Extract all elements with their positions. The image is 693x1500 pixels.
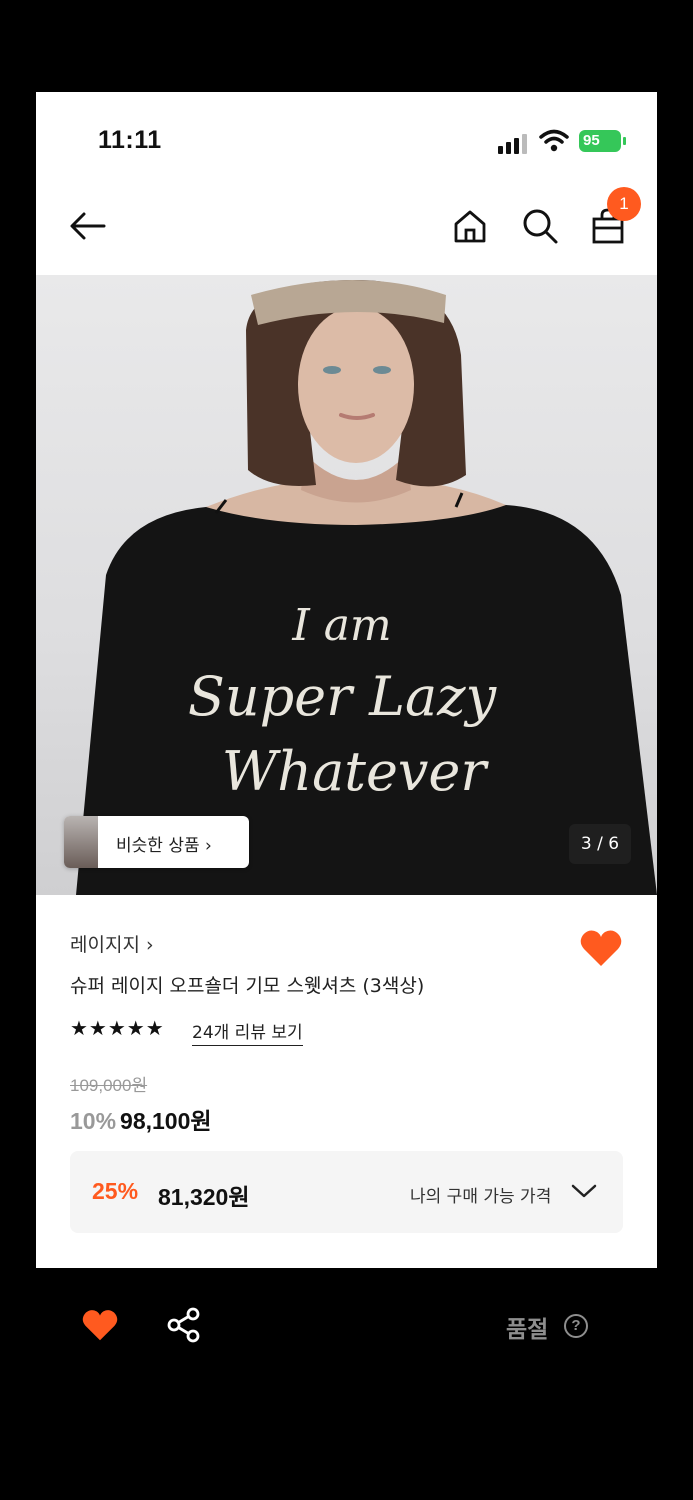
heart-icon[interactable]: [81, 1308, 119, 1342]
soldout-label: 품절: [506, 1317, 549, 1343]
similar-product-thumbnail: [64, 816, 98, 868]
cart-count-badge: 1: [607, 187, 641, 221]
status-bar: 11:11 95: [36, 92, 657, 182]
product-title: 슈퍼 레이지 오프숄더 기모 스웻셔츠 (3색상): [70, 975, 425, 997]
sale-price-row: 10% 98,100원: [70, 1102, 212, 1136]
wishlist-heart-icon[interactable]: [579, 928, 623, 968]
chevron-right-icon: ›: [205, 836, 212, 856]
wifi-icon: [539, 129, 569, 152]
similar-products-label: 비슷한 상품: [116, 836, 200, 856]
graphic-line-2: Super Lazy: [188, 665, 498, 728]
help-circle-icon[interactable]: ?: [564, 1314, 588, 1338]
share-icon[interactable]: [167, 1307, 201, 1343]
my-price-label: 나의 구매 가능 가격: [410, 1187, 552, 1207]
reviews-link[interactable]: 24개 리뷰 보기: [192, 1018, 303, 1046]
home-icon[interactable]: [450, 206, 490, 246]
battery-icon: 95: [579, 130, 627, 154]
top-navigation: [36, 192, 657, 272]
bottom-action-bar: 품절 ?: [0, 1268, 693, 1388]
product-image[interactable]: I am Super Lazy Whatever 비슷한 상품 › 3 / 6: [36, 275, 657, 895]
battery-level: 95: [579, 130, 621, 152]
sale-price: 98,100원: [120, 1108, 212, 1134]
chevron-down-icon: [571, 1184, 597, 1198]
original-price: 109,000원: [70, 1076, 148, 1095]
graphic-line-3: Whatever: [222, 740, 490, 803]
graphic-line-1: I am: [291, 600, 391, 651]
app-screen: 11:11 95 1 I am Super Lazy Whatever 비슷한 …: [36, 92, 657, 1268]
my-price-discount: 25%: [92, 1178, 139, 1204]
image-counter: 3 / 6: [569, 824, 631, 864]
status-time: 11:11: [98, 126, 162, 154]
brand-name: 레이지지: [70, 934, 140, 956]
model-photo-illustration: I am Super Lazy Whatever: [76, 280, 657, 895]
my-price-amount: 81,320원: [158, 1184, 250, 1210]
similar-products-button[interactable]: 비슷한 상품 ›: [64, 816, 249, 868]
search-icon[interactable]: [520, 206, 560, 246]
my-price-dropdown[interactable]: 25% 81,320원 나의 구매 가능 가격: [70, 1151, 623, 1233]
rating-stars: ★★★★★: [70, 1016, 165, 1040]
brand-link[interactable]: 레이지지 ›: [70, 930, 154, 957]
discount-percent: 10%: [70, 1108, 117, 1134]
back-arrow-icon[interactable]: [68, 206, 108, 246]
cellular-signal-icon: [498, 132, 532, 154]
chevron-right-icon: ›: [145, 934, 154, 956]
